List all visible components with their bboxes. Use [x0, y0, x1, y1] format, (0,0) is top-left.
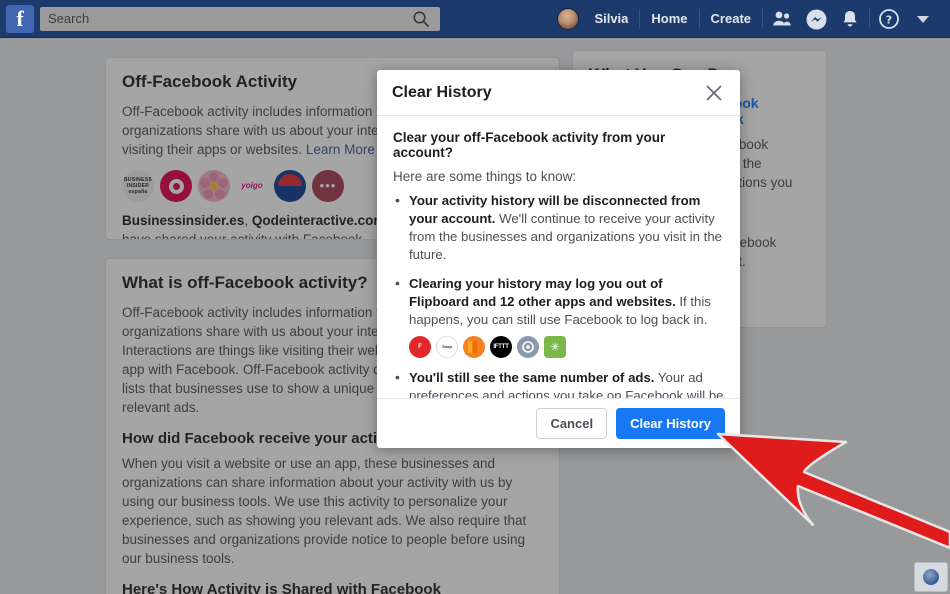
bullet-bold-2: Clearing your history may log you out of… [409, 276, 676, 309]
tag-app-icon: ✳ [544, 336, 566, 358]
avatar[interactable] [557, 8, 580, 30]
search-bar[interactable] [40, 6, 440, 31]
notifications-icon[interactable] [833, 0, 867, 38]
facebook-navbar: f Silvia Home Create [0, 0, 950, 38]
list-item: Clearing your history may log you out of… [393, 274, 724, 358]
dialog-header: Clear History [377, 70, 740, 116]
browser-corner-widget[interactable] [914, 562, 948, 592]
cancel-button[interactable]: Cancel [536, 408, 608, 439]
flipboard-icon-text: F [418, 344, 422, 350]
friends-icon-glyph [773, 11, 791, 26]
chevron-down-icon [917, 15, 929, 23]
dialog-bullet-list: Your activity history will be disconnect… [393, 191, 724, 398]
close-icon[interactable] [703, 82, 725, 104]
clear-history-button[interactable]: Clear History [616, 408, 725, 439]
flipboard-icon: F [409, 336, 431, 358]
list-item: You'll still see the same number of ads.… [393, 368, 724, 398]
messenger-icon-glyph [806, 9, 826, 29]
ifttt-icon: IFTTT [490, 336, 512, 358]
facebook-logo[interactable]: f [6, 4, 34, 33]
asterisk-glyph: ✳ [550, 340, 560, 354]
books-glyph [468, 341, 477, 353]
divider [869, 9, 870, 29]
help-icon-glyph: ? [879, 9, 899, 29]
list-item: Your activity history will be disconnect… [393, 191, 724, 264]
screen-root: Off-Facebook Activity Off-Facebook activ… [0, 0, 950, 594]
bell-icon-glyph [843, 11, 857, 27]
dialog-lead: Here are some things to know: [393, 169, 577, 184]
bullet-bold-3: You'll still see the same number of ads. [409, 370, 655, 385]
corner-widget-icon [923, 569, 939, 585]
settings-gear-icon [517, 336, 539, 358]
affected-apps-icon-row: F Snap IFTTT ✳ [409, 336, 724, 358]
create-link[interactable]: Create [702, 0, 760, 38]
svg-text:?: ? [886, 14, 892, 27]
friends-icon[interactable] [765, 0, 799, 38]
search-input[interactable] [48, 7, 408, 30]
close-icon-glyph [706, 84, 722, 101]
dialog-body: Clear your off-Facebook activity from yo… [377, 116, 740, 398]
messenger-icon[interactable] [799, 0, 833, 38]
snap-icon: Snap [436, 336, 458, 358]
divider [762, 9, 763, 29]
profile-name[interactable]: Silvia [585, 0, 637, 38]
clear-history-dialog: Clear History Clear your off-Facebook ac… [377, 70, 740, 448]
divider [698, 9, 700, 29]
dialog-question: Clear your off-Facebook activity from yo… [393, 130, 666, 160]
feedly-icon [463, 336, 485, 358]
account-menu-caret-icon[interactable] [906, 0, 940, 38]
home-link[interactable]: Home [642, 0, 696, 38]
gear-glyph [522, 341, 534, 353]
snap-icon-text: Snap [442, 344, 452, 349]
ifttt-icon-text: IFTTT [493, 344, 509, 350]
navbar-right: Silvia Home Create ? [557, 0, 940, 38]
svg-text:✳: ✳ [550, 340, 560, 354]
help-icon[interactable]: ? [872, 0, 906, 38]
dialog-title: Clear History [392, 83, 492, 101]
search-icon[interactable] [412, 10, 430, 28]
divider [639, 9, 641, 29]
dialog-footer: Cancel Clear History [377, 398, 740, 448]
